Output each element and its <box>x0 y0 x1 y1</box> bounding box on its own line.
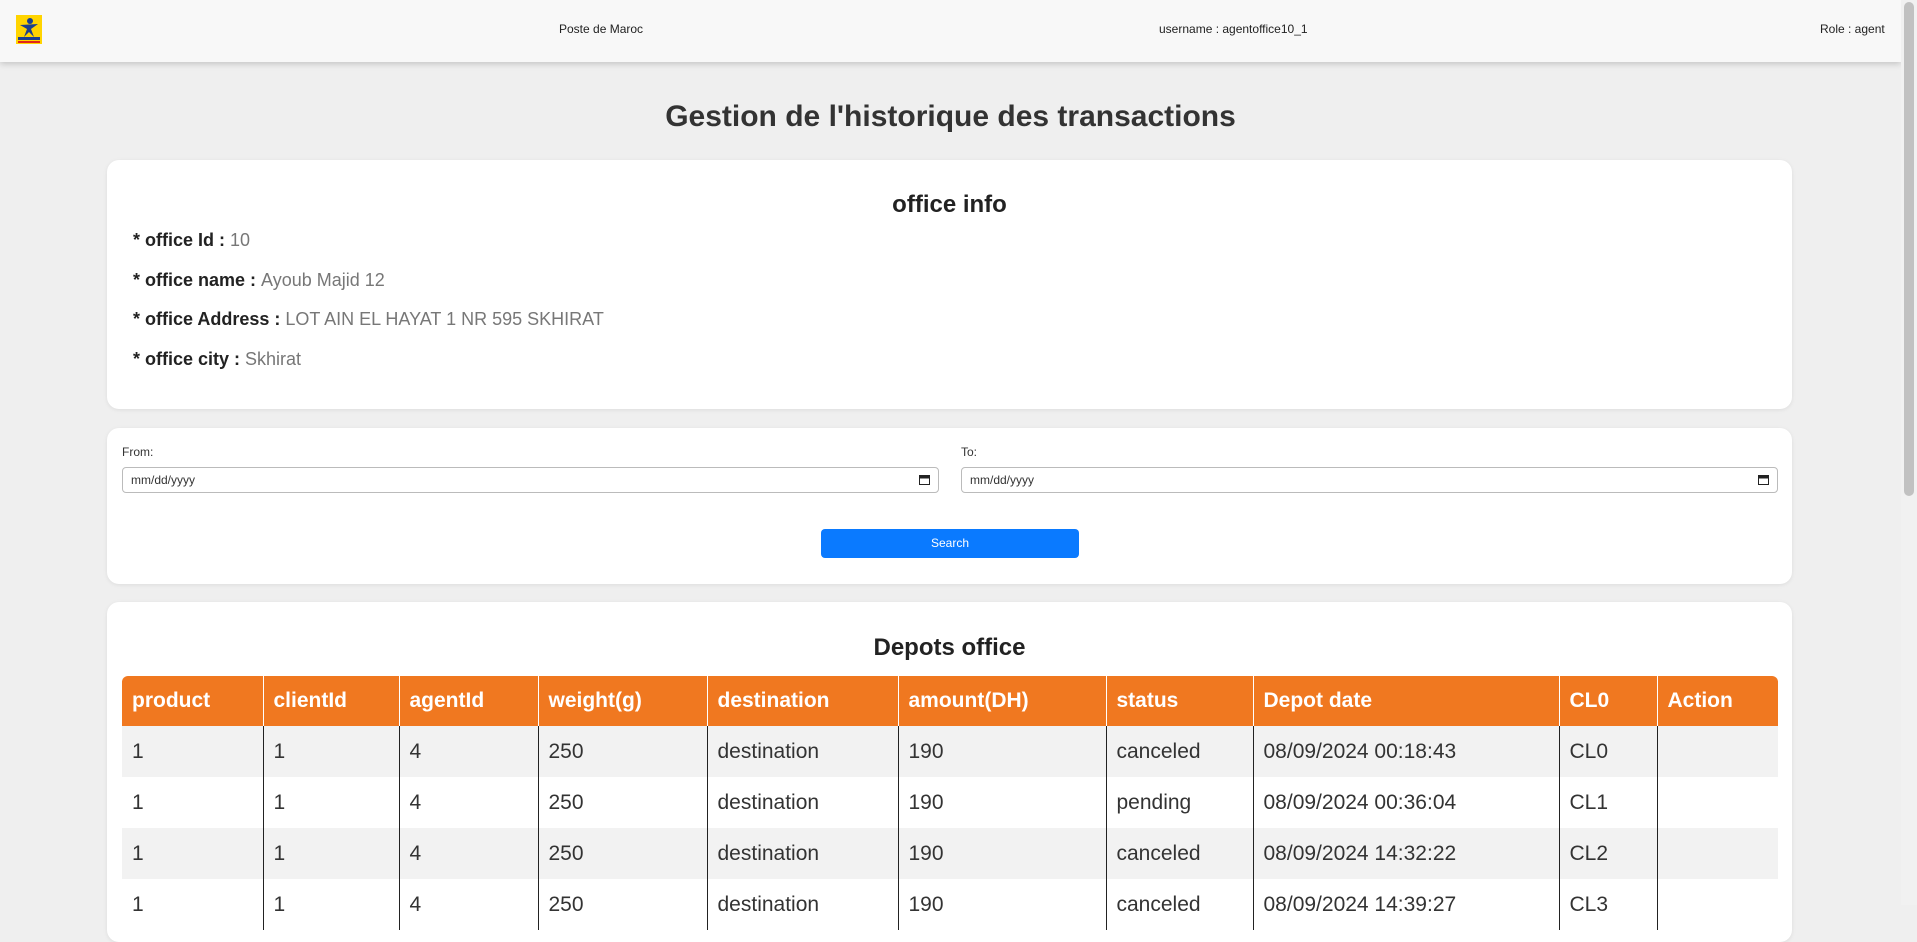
table-row: 1 1 4 250 destination 190 canceled 08/09… <box>122 828 1778 879</box>
column-header-clientid: clientId <box>262 676 399 726</box>
search-button[interactable]: Search <box>821 529 1079 558</box>
brand-name: Poste de Maroc <box>559 22 644 36</box>
cell-product: 1 <box>122 777 263 828</box>
table-row: 1 1 4 250 destination 190 canceled 08/09… <box>122 726 1778 777</box>
cell-depot-date: 08/09/2024 00:36:04 <box>1252 777 1559 828</box>
cell-weight: 250 <box>537 777 707 828</box>
office-id-value: 10 <box>230 230 251 250</box>
cell-status: pending <box>1105 777 1253 828</box>
cell-action[interactable] <box>1656 777 1778 828</box>
cell-destination: destination <box>706 828 898 879</box>
column-header-destination: destination <box>706 676 898 726</box>
calendar-icon[interactable] <box>919 474 930 485</box>
office-address-label: * office Address : <box>133 309 286 329</box>
cell-clientid: 1 <box>262 828 399 879</box>
depots-table: product clientId agentId weight(g) desti… <box>122 676 1778 930</box>
column-header-depot-date: Depot date <box>1252 676 1559 726</box>
column-header-weight: weight(g) <box>537 676 707 726</box>
cell-clientid: 1 <box>262 777 399 828</box>
cell-weight: 250 <box>537 726 707 777</box>
cell-cl: CL0 <box>1558 726 1657 777</box>
to-label: To: <box>961 445 978 459</box>
from-date-input[interactable]: mm/dd/yyyy <box>122 467 939 493</box>
cell-action[interactable] <box>1656 828 1778 879</box>
office-address-line: * office Address : LOT AIN EL HAYAT 1 NR… <box>133 309 604 330</box>
column-header-product: product <box>122 676 263 726</box>
to-date-input[interactable]: mm/dd/yyyy <box>961 467 1778 493</box>
to-date-placeholder: mm/dd/yyyy <box>970 473 1035 487</box>
office-name-label: * office name : <box>133 270 262 290</box>
office-name-value: Ayoub Majid 12 <box>261 270 385 290</box>
cell-clientid: 1 <box>262 726 399 777</box>
cell-agentid: 4 <box>398 726 538 777</box>
top-navbar: Poste de Maroc username : agentoffice10_… <box>0 0 1901 62</box>
from-label: From: <box>122 445 154 459</box>
cell-status: canceled <box>1105 726 1253 777</box>
cell-destination: destination <box>706 726 898 777</box>
column-header-agentid: agentId <box>398 676 538 726</box>
page-title: Gestion de l'historique des transactions <box>665 100 1236 133</box>
cell-product: 1 <box>122 828 263 879</box>
date-filter-card: From: mm/dd/yyyy To: mm/dd/yyyy Search <box>107 428 1792 584</box>
username-label: username : agentoffice10_1 <box>1159 22 1308 36</box>
table-header-row: product clientId agentId weight(g) desti… <box>122 676 1778 726</box>
cell-amount: 190 <box>897 726 1106 777</box>
office-info-card: office info * office Id : 10 * office na… <box>107 160 1792 409</box>
cell-amount: 190 <box>897 777 1106 828</box>
cell-destination: destination <box>706 777 898 828</box>
from-date-placeholder: mm/dd/yyyy <box>131 473 196 487</box>
scrollbar-thumb[interactable] <box>1904 2 1914 496</box>
cell-weight: 250 <box>537 828 707 879</box>
column-header-cl0: CL0 <box>1558 676 1657 726</box>
office-city-line: * office city : Skhirat <box>133 349 301 370</box>
poste-maroc-logo[interactable] <box>16 15 42 44</box>
depots-card: Depots office product clientId agentId w… <box>107 602 1792 942</box>
cell-agentid: 4 <box>398 777 538 828</box>
column-header-status: status <box>1105 676 1253 726</box>
column-header-action: Action <box>1656 676 1778 726</box>
cell-amount: 190 <box>897 828 1106 879</box>
cell-cl: CL1 <box>1558 777 1657 828</box>
office-id-label: * office Id : <box>133 230 231 250</box>
office-name-line: * office name : Ayoub Majid 12 <box>133 270 385 291</box>
table-row: 1 1 4 250 destination 190 pending 08/09/… <box>122 777 1778 828</box>
vertical-scrollbar[interactable] <box>1901 0 1917 905</box>
role-label: Role : agent <box>1820 22 1885 36</box>
office-city-label: * office city : <box>133 349 246 369</box>
depots-title: Depots office <box>873 634 1026 661</box>
office-info-title: office info <box>892 191 1007 218</box>
column-header-amount: amount(DH) <box>897 676 1106 726</box>
cell-cl: CL2 <box>1558 828 1657 879</box>
office-id-line: * office Id : 10 <box>133 230 250 251</box>
calendar-icon[interactable] <box>1758 474 1769 485</box>
cell-depot-date: 08/09/2024 14:32:22 <box>1252 828 1559 879</box>
cell-agentid: 4 <box>398 828 538 879</box>
cell-status: canceled <box>1105 828 1253 879</box>
office-address-value: LOT AIN EL HAYAT 1 NR 595 SKHIRAT <box>285 309 604 329</box>
office-city-value: Skhirat <box>245 349 302 369</box>
cell-action[interactable] <box>1656 726 1778 777</box>
cell-product: 1 <box>122 726 263 777</box>
cell-depot-date: 08/09/2024 00:18:43 <box>1252 726 1559 777</box>
